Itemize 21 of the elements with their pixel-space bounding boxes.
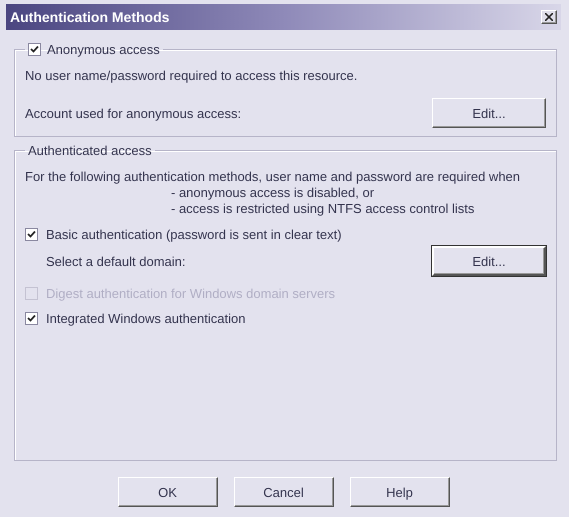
condition-text: - access is restricted using NTFS access control lists xyxy=(171,201,476,217)
checkbox[interactable] xyxy=(28,43,41,56)
dialog-button[interactable]: Cancel xyxy=(234,477,334,507)
description-text: No user name/password required to access this resource. xyxy=(25,67,358,84)
dialog-button[interactable]: Help xyxy=(350,477,450,507)
edit-button[interactable]: Edit... xyxy=(432,246,546,276)
setting-label: Select a default domain: xyxy=(46,254,186,268)
group-title: Authenticated access xyxy=(28,143,152,158)
close-icon xyxy=(545,13,553,21)
account-label: Account used for anonymous access: xyxy=(25,106,242,120)
window-title: Authentication Methods xyxy=(10,9,170,25)
checkbox[interactable] xyxy=(25,228,38,241)
edit-button[interactable]: Edit... xyxy=(432,98,546,128)
close-button[interactable] xyxy=(541,10,557,24)
checkbox-label: Integrated Windows authentication xyxy=(46,311,246,326)
checkbox-label: Basic authentication (password is sent in clear text) xyxy=(46,227,342,242)
dialog-button[interactable]: OK xyxy=(118,477,218,507)
intro-text: For the following authentication methods, user name and password are required when xyxy=(25,168,522,185)
checkbox-label: Anonymous access xyxy=(47,42,160,57)
checkbox[interactable] xyxy=(25,312,38,325)
condition-text: - anonymous access is disabled, or xyxy=(171,185,376,201)
